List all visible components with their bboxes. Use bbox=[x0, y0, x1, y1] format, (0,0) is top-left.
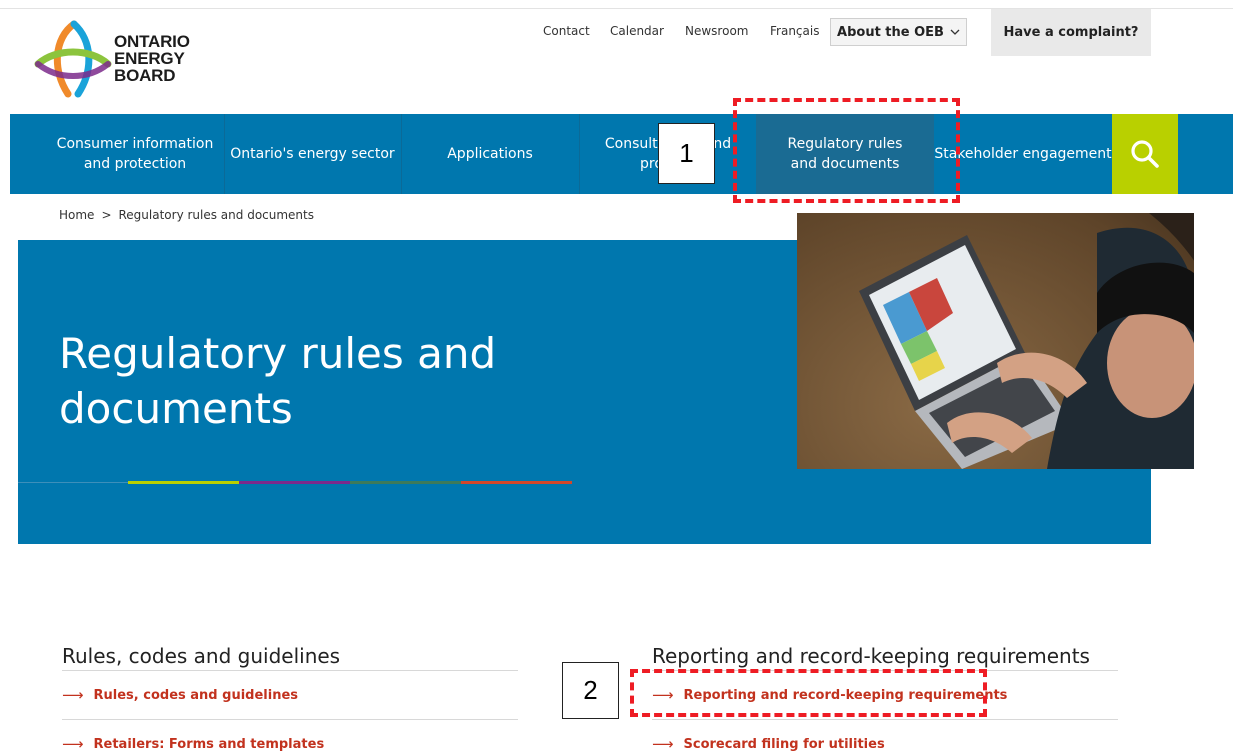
calendar-link[interactable]: Calendar bbox=[610, 24, 664, 38]
hero-photo-laptop bbox=[797, 213, 1194, 469]
breadcrumb: Home > Regulatory rules and documents bbox=[59, 208, 314, 222]
link-scorecard-filing[interactable]: ⟶ Scorecard filing for utilities bbox=[652, 735, 885, 753]
breadcrumb-separator: > bbox=[101, 208, 112, 222]
oeb-logo[interactable]: ONTARIO ENERGY BOARD bbox=[34, 20, 204, 100]
contact-link[interactable]: Contact bbox=[543, 24, 590, 38]
link-label: Rules, codes and guidelines bbox=[93, 687, 298, 703]
hero-accent-line bbox=[18, 482, 128, 483]
nav-ontario-energy-sector[interactable]: Ontario's energy sector bbox=[225, 114, 400, 194]
logo-wordmark: ONTARIO ENERGY BOARD bbox=[114, 32, 190, 85]
about-oeb-label: About the OEB bbox=[837, 24, 944, 40]
section-divider bbox=[62, 719, 518, 720]
about-oeb-dropdown[interactable]: About the OEB bbox=[830, 18, 967, 46]
section-divider bbox=[62, 670, 518, 671]
hero-bar-teal bbox=[350, 481, 461, 484]
arrow-right-icon: ⟶ bbox=[62, 735, 84, 753]
hero-color-bars bbox=[128, 481, 572, 484]
arrow-right-icon: ⟶ bbox=[62, 686, 84, 704]
link-retailers-forms-templates[interactable]: ⟶ Retailers: Forms and templates bbox=[62, 735, 324, 753]
nav-stakeholder-engagement[interactable]: Stakeholder engagement bbox=[934, 114, 1112, 194]
francais-link[interactable]: Français bbox=[770, 24, 819, 38]
section-divider bbox=[652, 719, 1118, 720]
page-title: Regulatory rules and documents bbox=[59, 329, 497, 434]
annotation-label-2: 2 bbox=[562, 662, 619, 719]
newsroom-link[interactable]: Newsroom bbox=[685, 24, 748, 38]
link-label: Retailers: Forms and templates bbox=[93, 736, 325, 752]
annotation-label-1: 1 bbox=[658, 123, 715, 184]
search-icon bbox=[1131, 140, 1159, 168]
oeb-logo-icon bbox=[34, 20, 112, 98]
hero-bar-red bbox=[461, 481, 572, 484]
nav-applications[interactable]: Applications bbox=[402, 114, 578, 194]
have-a-complaint-button[interactable]: Have a complaint? bbox=[991, 9, 1151, 56]
annotation-highlight-1 bbox=[733, 98, 960, 203]
breadcrumb-home-link[interactable]: Home bbox=[59, 208, 94, 222]
hero-bar-green bbox=[128, 481, 239, 484]
arrow-right-icon: ⟶ bbox=[652, 735, 674, 753]
link-rules-codes-guidelines[interactable]: ⟶ Rules, codes and guidelines bbox=[62, 686, 298, 704]
section-title-rules-codes: Rules, codes and guidelines bbox=[62, 643, 341, 668]
nav-consumer-information[interactable]: Consumer information and protection bbox=[50, 114, 220, 194]
search-button[interactable] bbox=[1112, 114, 1178, 194]
laptop-photo-illustration bbox=[797, 213, 1194, 469]
breadcrumb-current: Regulatory rules and documents bbox=[118, 208, 315, 222]
chevron-down-icon bbox=[950, 29, 960, 35]
link-label: Scorecard filing for utilities bbox=[683, 736, 885, 752]
section-title-reporting: Reporting and record-keeping requirement… bbox=[652, 643, 1090, 668]
main-navigation: Consumer information and protection Onta… bbox=[10, 114, 1233, 194]
annotation-highlight-2 bbox=[630, 669, 987, 717]
hero-bar-purple bbox=[239, 481, 350, 484]
